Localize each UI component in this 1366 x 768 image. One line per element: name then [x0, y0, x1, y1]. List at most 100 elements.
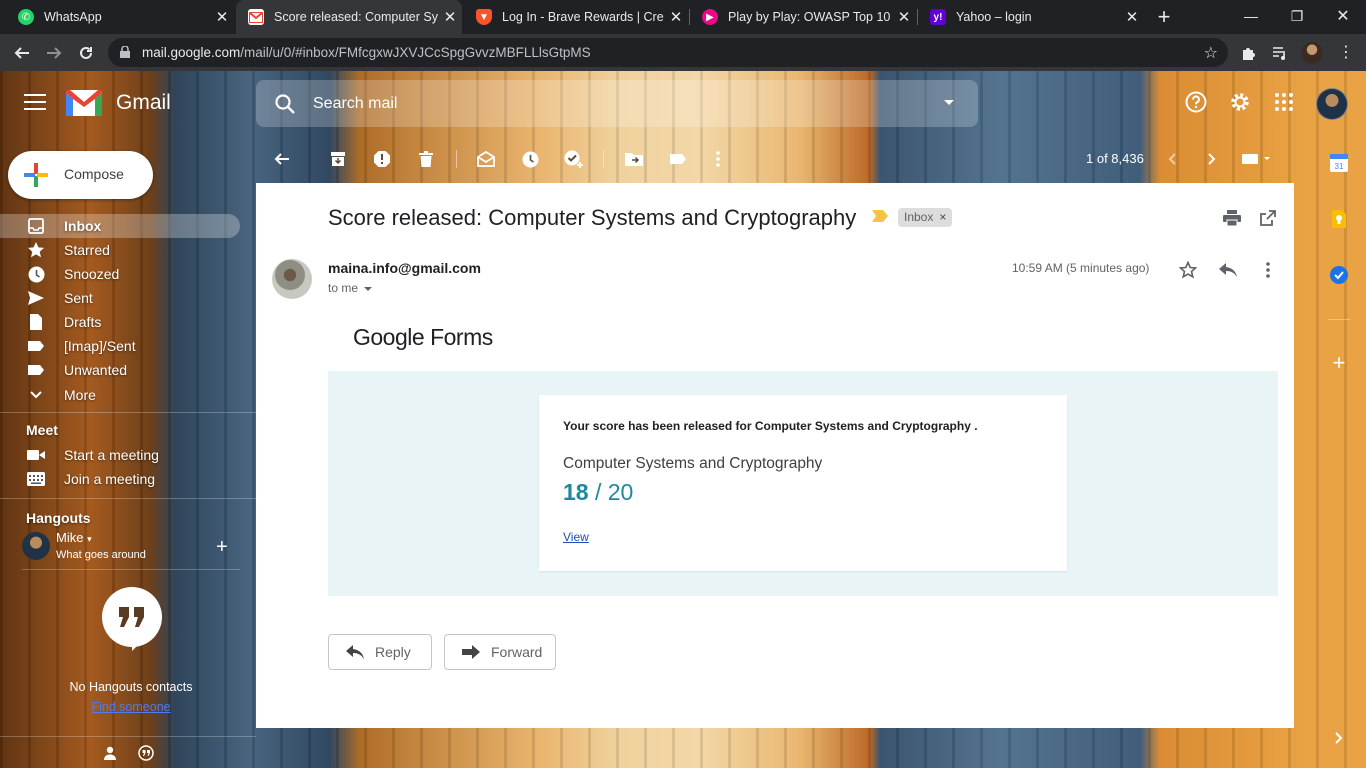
report-spam-icon[interactable]	[372, 149, 392, 169]
labels-icon[interactable]	[668, 149, 688, 169]
hangouts-user[interactable]: Mike ▾ What goes around +	[22, 530, 242, 564]
new-conversation-plus-icon[interactable]: +	[216, 536, 228, 559]
keep-notes-icon[interactable]	[1329, 209, 1349, 229]
minimize-icon[interactable]: —	[1228, 0, 1274, 32]
browser-profile-avatar[interactable]	[1301, 42, 1323, 64]
sidebar-item-starred[interactable]: Starred	[0, 238, 240, 262]
close-tab-icon[interactable]: ✕	[892, 8, 916, 26]
archive-icon[interactable]	[328, 149, 348, 169]
sidebar-item-sent[interactable]: Sent	[0, 286, 240, 310]
close-tab-icon[interactable]: ✕	[664, 8, 688, 26]
sidebar-divider	[0, 498, 256, 499]
svg-text:31: 31	[1335, 162, 1344, 171]
browser-menu-icon[interactable]: ⋮	[1336, 42, 1356, 62]
extensions-puzzle-icon[interactable]	[1238, 43, 1258, 63]
tab-title: Log In - Brave Rewards | Creato	[502, 10, 664, 24]
more-message-actions-icon[interactable]	[1257, 259, 1279, 281]
close-tab-icon[interactable]: ✕	[210, 8, 234, 26]
close-tab-icon[interactable]: ✕	[1120, 8, 1144, 26]
tab-title: Play by Play: OWASP Top 10 20	[728, 10, 892, 24]
restore-icon[interactable]: ❐	[1274, 0, 1320, 32]
reply-button[interactable]: Reply	[328, 634, 432, 670]
calendar-icon[interactable]: 31	[1329, 153, 1349, 173]
google-forms-logo: Google Forms	[353, 324, 493, 350]
compose-plus-icon	[24, 163, 48, 187]
browser-tab-yahoo[interactable]: y! Yahoo – login ✕	[918, 0, 1144, 34]
tasks-icon[interactable]	[1329, 265, 1349, 285]
contacts-person-icon[interactable]	[100, 743, 120, 763]
recipient-details-toggle[interactable]: to me	[328, 281, 373, 295]
view-score-link[interactable]: View	[563, 530, 589, 544]
message-subject: Score released: Computer Systems and Cry…	[328, 205, 857, 230]
find-someone-link[interactable]: Find someone	[0, 700, 262, 714]
sender-email[interactable]: maina.info@gmail.com	[328, 260, 481, 276]
search-options-caret-icon[interactable]	[944, 100, 954, 105]
hangouts-avatar	[22, 532, 50, 560]
media-queue-icon[interactable]	[1270, 43, 1290, 63]
reload-icon[interactable]	[72, 39, 100, 67]
forward-icon[interactable]	[40, 39, 68, 67]
mark-as-unread-icon[interactable]	[476, 149, 496, 169]
sidebar-item-imap-sent[interactable]: [Imap]/Sent	[0, 334, 240, 358]
delete-trash-icon[interactable]	[416, 149, 436, 169]
inbox-label-chip[interactable]: Inbox ×	[898, 208, 953, 227]
help-icon[interactable]	[1184, 90, 1208, 114]
sender-avatar[interactable]	[272, 259, 312, 299]
open-in-new-window-icon[interactable]	[1258, 208, 1278, 228]
settings-gear-icon[interactable]	[1228, 90, 1252, 114]
compose-button[interactable]: Compose	[8, 151, 153, 199]
join-meeting-button[interactable]: Join a meeting	[0, 467, 240, 491]
back-to-inbox-icon[interactable]	[272, 149, 292, 169]
reply-icon[interactable]	[1217, 259, 1239, 281]
forward-arrow-icon	[461, 642, 481, 662]
toolbar-separator	[456, 150, 457, 168]
browser-tab-gmail[interactable]: Score released: Computer Syst ✕	[236, 0, 462, 34]
hangouts-conversations-icon[interactable]	[136, 743, 156, 763]
lock-icon	[120, 46, 130, 58]
close-window-icon[interactable]: ✕	[1320, 0, 1366, 32]
forward-button[interactable]: Forward	[444, 634, 556, 670]
apps-grid-icon[interactable]	[1272, 90, 1296, 114]
close-tab-icon[interactable]: ✕	[438, 8, 462, 26]
sidebar-item-unwanted[interactable]: Unwanted	[0, 358, 240, 382]
more-options-icon[interactable]	[708, 149, 728, 169]
input-tools-keyboard-icon[interactable]	[1240, 149, 1272, 169]
main-menu-icon[interactable]	[24, 94, 46, 112]
new-tab-button[interactable]: +	[1151, 4, 1177, 30]
remove-label-icon[interactable]: ×	[939, 210, 946, 224]
keyboard-icon	[27, 470, 45, 488]
star-message-icon[interactable]	[1177, 259, 1199, 281]
account-avatar[interactable]	[1316, 88, 1348, 120]
hangouts-user-name[interactable]: Mike ▾	[56, 530, 92, 545]
browser-tab-brave[interactable]: ▼ Log In - Brave Rewards | Creato ✕	[464, 0, 688, 34]
search-icon[interactable]	[274, 93, 296, 115]
print-all-icon[interactable]	[1222, 208, 1242, 228]
show-side-panel-chevron-icon[interactable]	[1329, 728, 1349, 748]
back-icon[interactable]	[8, 39, 36, 67]
start-meeting-button[interactable]: Start a meeting	[0, 443, 240, 467]
sidebar-item-label: [Imap]/Sent	[64, 338, 136, 354]
address-bar[interactable]: mail.google.com/mail/u/0/#inbox/FMfcgxwJ…	[108, 38, 1228, 67]
sidebar-item-drafts[interactable]: Drafts	[0, 310, 240, 334]
sidebar-divider	[0, 412, 256, 413]
browser-tab-pluralsight[interactable]: ▶ Play by Play: OWASP Top 10 20 ✕	[690, 0, 916, 34]
brave-icon: ▼	[476, 9, 492, 25]
sidebar-item-snoozed[interactable]: Snoozed	[0, 262, 240, 286]
snooze-clock-icon[interactable]	[520, 149, 540, 169]
newer-message-chevron-icon[interactable]	[1162, 149, 1182, 169]
browser-tab-whatsapp[interactable]: ✆ WhatsApp ✕	[6, 0, 234, 34]
search-input[interactable]: Search mail	[256, 80, 978, 127]
get-addons-plus-icon[interactable]: +	[1329, 350, 1349, 375]
bookmark-star-icon[interactable]: ☆	[1204, 43, 1218, 63]
add-to-tasks-icon[interactable]	[564, 149, 584, 169]
quiz-name: Computer Systems and Cryptography	[563, 455, 823, 472]
important-marker-icon[interactable]	[872, 210, 888, 222]
sidebar-item-inbox[interactable]: Inbox	[0, 214, 240, 238]
older-message-chevron-icon[interactable]	[1202, 149, 1222, 169]
join-meeting-label: Join a meeting	[64, 471, 156, 487]
reply-button-label: Reply	[375, 644, 411, 660]
sidebar-item-more[interactable]: More	[0, 383, 240, 407]
move-to-folder-icon[interactable]	[624, 149, 644, 169]
score-card: Your score has been released for Compute…	[539, 395, 1067, 571]
score-release-text: Your score has been released for Compute…	[563, 419, 978, 433]
